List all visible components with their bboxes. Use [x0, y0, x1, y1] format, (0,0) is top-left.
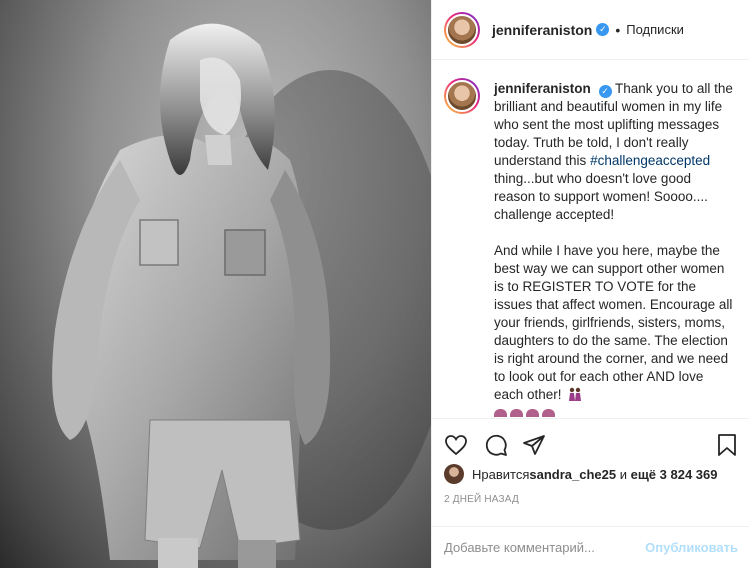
- liker-avatar[interactable]: [444, 464, 464, 484]
- verified-icon: ✓: [596, 23, 610, 36]
- avatar[interactable]: [444, 11, 480, 48]
- likes-count[interactable]: ещё 3 824 369: [631, 467, 718, 482]
- post-header: jenniferaniston ✓ • Подписки: [432, 0, 749, 60]
- caption-username[interactable]: jenniferaniston: [494, 81, 591, 96]
- post-username[interactable]: jenniferaniston: [492, 22, 592, 38]
- likes-middle: и: [616, 466, 631, 482]
- comment-input[interactable]: Добавьте комментарий...: [444, 540, 645, 555]
- caption-text: jenniferaniston ✓ Thank you to all the b…: [494, 80, 734, 418]
- follow-button[interactable]: Подписки: [626, 22, 684, 37]
- women-emoji-icon: [569, 387, 582, 401]
- post-panel: jenniferaniston ✓ • Подписки jenniferani…: [431, 0, 749, 568]
- liker-username[interactable]: sandra_che25: [529, 467, 616, 482]
- post-photo[interactable]: [0, 0, 431, 568]
- likes-row: Нравится sandra_che25 и ещё 3 824 369: [444, 464, 717, 484]
- photo-illustration: [52, 23, 431, 568]
- comment-box: Добавьте комментарий... Опубликовать: [432, 526, 749, 568]
- caption-text-part-3: And while I have you here, maybe the bes…: [494, 243, 733, 402]
- comment-icon[interactable]: [484, 433, 508, 457]
- hashtag-link[interactable]: #challengeaccepted: [590, 153, 710, 168]
- caption-avatar[interactable]: [444, 78, 480, 114]
- heart-icon[interactable]: [444, 433, 468, 457]
- emoji-row: [494, 409, 555, 417]
- caption-area: jenniferaniston ✓ Thank you to all the b…: [444, 78, 744, 418]
- verified-icon: ✓: [598, 85, 612, 98]
- bookmark-icon[interactable]: [716, 433, 738, 457]
- publish-button[interactable]: Опубликовать: [645, 540, 749, 555]
- likes-prefix: Нравится: [472, 466, 530, 482]
- caption-text-part-2: thing...but who doesn't love good reason…: [494, 171, 708, 222]
- share-icon[interactable]: [522, 433, 546, 457]
- action-bar: [432, 418, 749, 470]
- separator-dot: •: [615, 21, 621, 38]
- post-timestamp[interactable]: 2 ДНЕЙ НАЗАД: [444, 494, 519, 505]
